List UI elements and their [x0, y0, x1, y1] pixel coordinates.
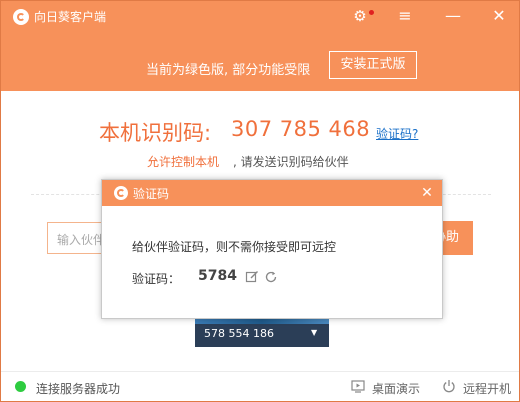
install-full-version-button[interactable]: 安装正式版 — [329, 51, 417, 79]
local-id-label: 本机识别码: — [99, 121, 212, 145]
send-id-hint: , 请发送识别码给伙伴 — [233, 155, 349, 169]
chevron-down-icon[interactable]: ▼ — [311, 328, 317, 337]
dialog-message: 给伙伴验证码，则不需你接受即可远控 — [132, 240, 337, 254]
green-edition-notice: 当前为绿色版, 部分功能受限 — [146, 63, 311, 78]
desktop-demo-icon[interactable] — [351, 379, 365, 393]
connection-status-text: 连接服务器成功 — [36, 382, 121, 396]
settings-gear-icon[interactable]: ⚙ — [346, 3, 374, 29]
device-id: 578 554 186 — [204, 327, 274, 340]
partner-id-input[interactable]: 输入伙伴 — [47, 222, 107, 254]
menu-icon[interactable]: ≡ — [391, 3, 419, 29]
code-value: 5784 — [198, 268, 237, 284]
allow-control-link[interactable]: 允许控制本机 — [147, 153, 219, 170]
verification-code-link[interactable]: 验证码? — [376, 125, 418, 142]
desktop-demo-button[interactable]: 桌面演示 — [372, 380, 420, 397]
dialog-close-icon[interactable]: ✕ — [414, 180, 440, 206]
close-icon[interactable]: ✕ — [485, 3, 513, 29]
code-label: 验证码： — [132, 272, 181, 286]
edit-icon[interactable] — [245, 270, 259, 284]
title-bar: 向日葵客户端 ⚙ ≡ — ✕ 当前为绿色版, 部分功能受限 安装正式版 — [1, 1, 519, 91]
sunflower-logo-icon — [13, 9, 29, 25]
sunflower-logo-icon — [114, 186, 128, 200]
remote-boot-button[interactable]: 远程开机 — [463, 380, 511, 397]
minimize-icon[interactable]: — — [439, 3, 467, 29]
dialog-title-bar: 验证码 ✕ — [102, 180, 442, 206]
app-title: 向日葵客户端 — [34, 10, 107, 24]
power-icon[interactable] — [442, 379, 456, 393]
refresh-icon[interactable] — [264, 270, 278, 284]
verification-code-dialog: 验证码 ✕ 给伙伴验证码，则不需你接受即可远控 验证码： 5784 — [101, 179, 443, 319]
device-id-selector[interactable]: 578 554 186 ▼ — [195, 317, 329, 347]
local-id-value: 307 785 468 — [231, 117, 371, 141]
connection-status-dot — [15, 381, 26, 392]
notification-dot — [369, 10, 374, 15]
app-window: 向日葵客户端 ⚙ ≡ — ✕ 当前为绿色版, 部分功能受限 安装正式版 本机识别… — [0, 0, 520, 402]
dialog-title: 验证码 — [133, 187, 170, 201]
status-bar: 连接服务器成功 桌面演示 远程开机 — [1, 371, 519, 401]
